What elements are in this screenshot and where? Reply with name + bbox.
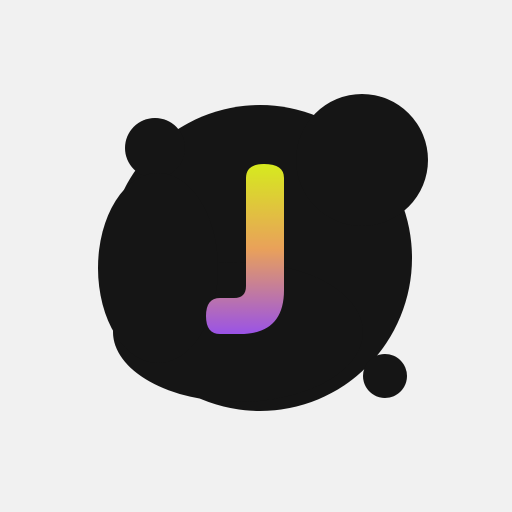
app-icon-canvas xyxy=(0,0,512,512)
small-dot xyxy=(363,354,407,398)
letter-j-blob-logo-icon xyxy=(98,94,428,411)
